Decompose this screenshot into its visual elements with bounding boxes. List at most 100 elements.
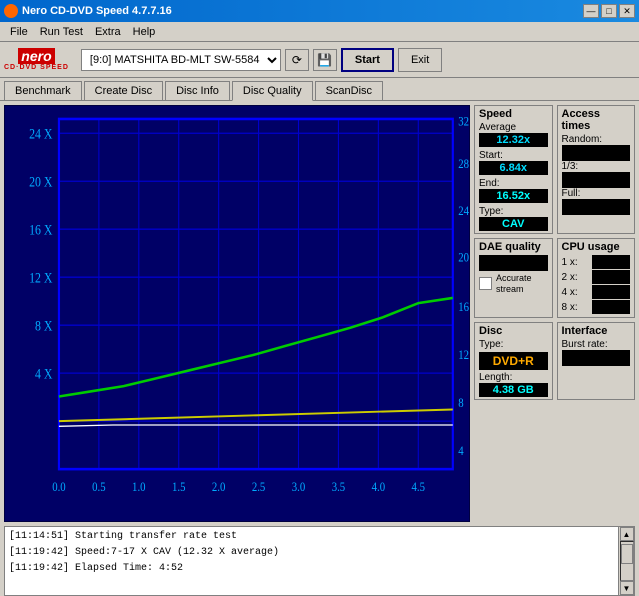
svg-text:0.0: 0.0: [52, 479, 66, 494]
chart-inner: 24 X 20 X 16 X 12 X 8 X 4 X 32 28 24 20 …: [5, 106, 469, 521]
type-label: Type:: [479, 206, 548, 217]
svg-text:4.5: 4.5: [412, 479, 426, 494]
svg-text:4.0: 4.0: [372, 479, 386, 494]
end-label: End:: [479, 178, 548, 189]
minimize-button[interactable]: —: [583, 4, 599, 18]
cpu-4x-label: 4 x:: [562, 287, 578, 298]
disc-length-label: Length:: [479, 372, 548, 383]
cpu-8x-label: 8 x:: [562, 302, 578, 313]
window-title: Nero CD-DVD Speed 4.7.7.16: [22, 5, 172, 17]
dae-panel: DAE quality Accuratestream: [474, 238, 553, 318]
start-label: Start:: [479, 150, 548, 161]
third-value: [562, 172, 631, 188]
interface-title: Interface: [562, 325, 631, 337]
toolbar: nero CD·DVD SPEED [9:0] MATSHITA BD-MLT …: [0, 42, 639, 78]
title-bar: Nero CD-DVD Speed 4.7.7.16 — □ ✕: [0, 0, 639, 22]
accurate-stream-checkbox[interactable]: [479, 277, 492, 290]
cpu-1x-row: 1 x:: [562, 255, 631, 269]
accurate-stream-label: Accuratestream: [496, 273, 532, 295]
svg-text:8: 8: [458, 395, 463, 410]
access-times-panel: Access times Random: 1/3: Full:: [557, 105, 636, 234]
svg-text:1.0: 1.0: [132, 479, 146, 494]
average-label: Average: [479, 122, 548, 133]
nero-logo: nero: [18, 48, 54, 64]
menu-extra[interactable]: Extra: [89, 24, 127, 40]
log-scrollbar[interactable]: ▲ ▼: [618, 527, 634, 595]
menu-run-test[interactable]: Run Test: [34, 24, 89, 40]
cpu-8x-row: 8 x:: [562, 300, 631, 314]
third-label: 1/3:: [562, 161, 631, 172]
type-value: CAV: [479, 217, 548, 231]
svg-text:4 X: 4 X: [35, 365, 53, 381]
start-button[interactable]: Start: [341, 48, 394, 72]
cpu-2x-value: [592, 270, 630, 284]
svg-text:4: 4: [458, 443, 463, 458]
svg-text:32: 32: [458, 113, 469, 128]
cpu-2x-row: 2 x:: [562, 270, 631, 284]
svg-text:20: 20: [458, 250, 469, 265]
start-value: 6.84x: [479, 161, 548, 175]
save-button[interactable]: 💾: [313, 49, 337, 71]
full-label: Full:: [562, 188, 631, 199]
svg-text:16: 16: [458, 299, 469, 314]
title-bar-left: Nero CD-DVD Speed 4.7.7.16: [4, 4, 172, 18]
scroll-track[interactable]: [620, 541, 634, 581]
end-value: 16.52x: [479, 189, 548, 203]
refresh-button[interactable]: ⟳: [285, 49, 309, 71]
log-line-3: [11:19:42] Elapsed Time: 4:52: [9, 561, 614, 577]
svg-text:24 X: 24 X: [29, 125, 53, 141]
app-logo: nero CD·DVD SPEED: [4, 48, 69, 71]
svg-text:1.5: 1.5: [172, 479, 186, 494]
right-panel: Speed Average 12.32x Start: 6.84x End: 1…: [474, 101, 639, 526]
close-button[interactable]: ✕: [619, 4, 635, 18]
speed-title: Speed: [479, 108, 548, 120]
maximize-button[interactable]: □: [601, 4, 617, 18]
tab-disc-quality[interactable]: Disc Quality: [232, 81, 313, 101]
svg-text:2.5: 2.5: [252, 479, 266, 494]
menu-help[interactable]: Help: [127, 24, 162, 40]
svg-text:3.5: 3.5: [332, 479, 346, 494]
accurate-stream-row: Accuratestream: [479, 273, 548, 295]
main-content: 24 X 20 X 16 X 12 X 8 X 4 X 32 28 24 20 …: [0, 101, 639, 526]
log-line-2: [11:19:42] Speed:7-17 X CAV (12.32 X ave…: [9, 545, 614, 561]
svg-text:2.0: 2.0: [212, 479, 226, 494]
cpu-title: CPU usage: [562, 241, 631, 253]
cpu-4x-value: [592, 285, 630, 299]
cpu-2x-label: 2 x:: [562, 272, 578, 283]
menu-file[interactable]: File: [4, 24, 34, 40]
title-controls[interactable]: — □ ✕: [583, 4, 635, 18]
tab-scandisc[interactable]: ScanDisc: [315, 81, 383, 100]
tab-create-disc[interactable]: Create Disc: [84, 81, 163, 100]
scroll-down-button[interactable]: ▼: [620, 581, 634, 595]
scroll-up-button[interactable]: ▲: [620, 527, 634, 541]
disc-type-value: DVD+R: [479, 352, 548, 370]
disc-type-sub-label: Type:: [479, 339, 548, 350]
random-value: [562, 145, 631, 161]
tab-bar: Benchmark Create Disc Disc Info Disc Qua…: [0, 78, 639, 101]
cpu-1x-label: 1 x:: [562, 257, 578, 268]
log-content: [11:14:51] Starting transfer rate test […: [5, 527, 618, 595]
svg-text:3.0: 3.0: [292, 479, 306, 494]
tab-benchmark[interactable]: Benchmark: [4, 81, 82, 100]
exit-button[interactable]: Exit: [398, 48, 442, 72]
tab-disc-info[interactable]: Disc Info: [165, 81, 230, 100]
disc-type-title: Disc: [479, 325, 548, 337]
svg-text:8 X: 8 X: [35, 317, 53, 333]
interface-panel: Interface Burst rate:: [557, 322, 636, 400]
scroll-thumb[interactable]: [621, 544, 633, 564]
svg-text:12: 12: [458, 347, 469, 362]
dae-title: DAE quality: [479, 241, 548, 253]
svg-text:24: 24: [458, 203, 469, 218]
drive-selector[interactable]: [9:0] MATSHITA BD-MLT SW-5584 1.01: [81, 49, 281, 71]
log-line-1: [11:14:51] Starting transfer rate test: [9, 529, 614, 545]
burst-rate-value: [562, 350, 631, 366]
cpu-4x-row: 4 x:: [562, 285, 631, 299]
menu-bar: File Run Test Extra Help: [0, 22, 639, 42]
burst-rate-label: Burst rate:: [562, 339, 631, 350]
disc-length-value: 4.38 GB: [479, 383, 548, 397]
cpu-8x-value: [592, 300, 630, 314]
svg-text:12 X: 12 X: [29, 269, 53, 285]
app-icon: [4, 4, 18, 18]
svg-text:20 X: 20 X: [29, 173, 53, 189]
random-label: Random:: [562, 134, 631, 145]
